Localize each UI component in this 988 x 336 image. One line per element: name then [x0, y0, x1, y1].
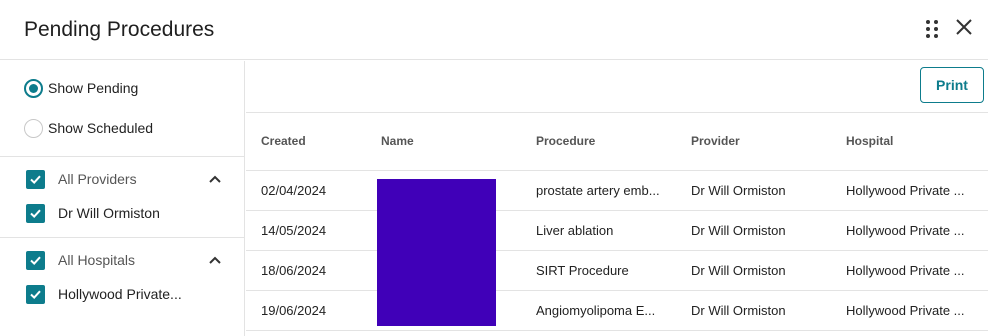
- procedure-cell: prostate artery emb...: [521, 170, 676, 211]
- show-pending-radio[interactable]: Show Pending: [24, 78, 138, 98]
- name-redaction-block: [377, 179, 496, 326]
- radio-unselected-icon: [24, 118, 43, 138]
- drag-handle-icon[interactable]: [926, 20, 938, 38]
- all-providers-label: All Providers: [58, 171, 137, 187]
- hospital-cell: Hollywood Private ...: [831, 210, 988, 251]
- provider-cell: Dr Will Ormiston: [676, 210, 831, 251]
- hospital-label: Hollywood Private...: [58, 286, 182, 302]
- provider-label: Dr Will Ormiston: [58, 205, 160, 221]
- show-scheduled-label: Show Scheduled: [48, 120, 154, 136]
- column-header-name[interactable]: Name: [366, 113, 521, 171]
- divider: [0, 237, 245, 238]
- table-row[interactable]: 02/04/2024 prostate artery emb... Dr Wil…: [246, 170, 988, 211]
- filter-sidebar: Show Pending Show Scheduled All Provider…: [0, 61, 245, 336]
- show-scheduled-radio[interactable]: Show Scheduled: [24, 118, 153, 138]
- provider-cell: Dr Will Ormiston: [676, 250, 831, 291]
- table-header-row: Created Name Procedure Provider Hospital: [246, 113, 988, 171]
- divider: [0, 156, 245, 157]
- hospital-checkbox-hollywood-private[interactable]: Hollywood Private...: [26, 284, 182, 304]
- checkmark-icon: [26, 284, 45, 304]
- close-icon[interactable]: [954, 17, 974, 37]
- print-button[interactable]: Print: [920, 67, 984, 103]
- provider-cell: Dr Will Ormiston: [676, 290, 831, 331]
- procedure-cell: Angiomyolipoma E...: [521, 290, 676, 331]
- created-cell: 18/06/2024: [246, 250, 366, 291]
- procedures-table: Created Name Procedure Provider Hospital…: [246, 113, 988, 331]
- show-pending-label: Show Pending: [48, 80, 139, 96]
- provider-cell: Dr Will Ormiston: [676, 170, 831, 211]
- checkmark-icon: [26, 203, 45, 223]
- dialog-header: Pending Procedures: [0, 0, 988, 60]
- table-row[interactable]: 14/05/2024 Liver ablation Dr Will Ormist…: [246, 210, 988, 251]
- chevron-up-icon[interactable]: [207, 252, 223, 268]
- column-header-provider[interactable]: Provider: [676, 113, 831, 171]
- procedure-cell: Liver ablation: [521, 210, 676, 251]
- all-hospitals-checkbox[interactable]: All Hospitals: [26, 250, 135, 270]
- created-cell: 19/06/2024: [246, 290, 366, 331]
- all-providers-checkbox[interactable]: All Providers: [26, 169, 137, 189]
- created-cell: 02/04/2024: [246, 170, 366, 211]
- chevron-up-icon[interactable]: [207, 171, 223, 187]
- created-cell: 14/05/2024: [246, 210, 366, 251]
- column-header-hospital[interactable]: Hospital: [831, 113, 988, 171]
- column-header-created[interactable]: Created: [246, 113, 366, 171]
- pending-procedures-dialog: Pending Procedures Show Pending Show Sch…: [0, 0, 988, 336]
- hospital-cell: Hollywood Private ...: [831, 290, 988, 331]
- provider-checkbox-will-ormiston[interactable]: Dr Will Ormiston: [26, 203, 160, 223]
- toolbar: Print: [246, 61, 988, 113]
- hospital-cell: Hollywood Private ...: [831, 170, 988, 211]
- dialog-title: Pending Procedures: [24, 17, 215, 41]
- checkmark-icon: [26, 250, 45, 270]
- table-row[interactable]: 19/06/2024 Angiomyolipoma E... Dr Will O…: [246, 290, 988, 331]
- checkmark-icon: [26, 169, 45, 189]
- hospital-cell: Hollywood Private ...: [831, 250, 988, 291]
- procedure-cell: SIRT Procedure: [521, 250, 676, 291]
- table-row[interactable]: 18/06/2024 SIRT Procedure Dr Will Ormist…: [246, 250, 988, 291]
- procedures-panel: Print Created Name Procedure Provider Ho…: [246, 61, 988, 336]
- all-hospitals-label: All Hospitals: [58, 252, 136, 268]
- radio-selected-icon: [24, 78, 43, 98]
- column-header-procedure[interactable]: Procedure: [521, 113, 676, 171]
